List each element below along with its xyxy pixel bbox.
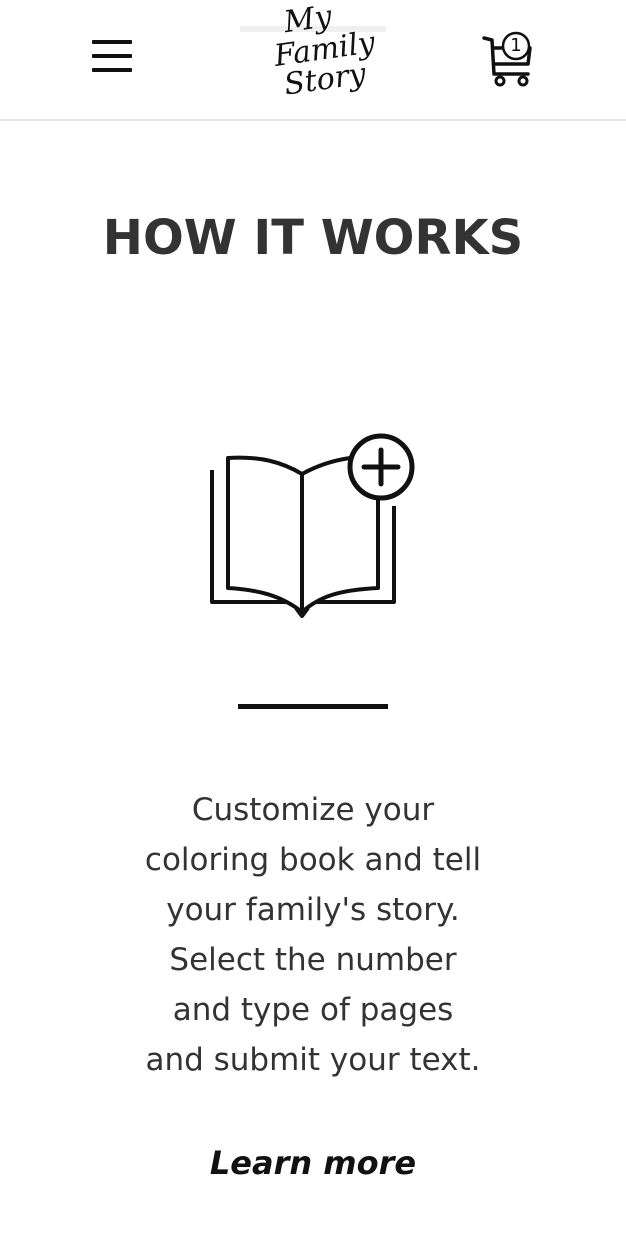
section-divider <box>238 704 388 709</box>
menu-bar <box>92 54 132 58</box>
cart-button[interactable]: 1 <box>480 28 536 88</box>
how-it-works-description: Customize your coloring book and tell yo… <box>144 792 482 1078</box>
site-header: My Family Story 1 <box>0 0 626 121</box>
open-book-plus-icon <box>200 428 426 624</box>
learn-more-link[interactable]: Learn more <box>0 1144 626 1182</box>
section-title: HOW IT WORKS <box>102 210 524 267</box>
menu-bar <box>92 68 132 72</box>
cart-count-badge: 1 <box>510 35 522 56</box>
brand-logo[interactable]: My Family Story <box>240 0 386 116</box>
hamburger-menu-icon[interactable] <box>88 36 136 76</box>
menu-bar <box>92 40 132 44</box>
